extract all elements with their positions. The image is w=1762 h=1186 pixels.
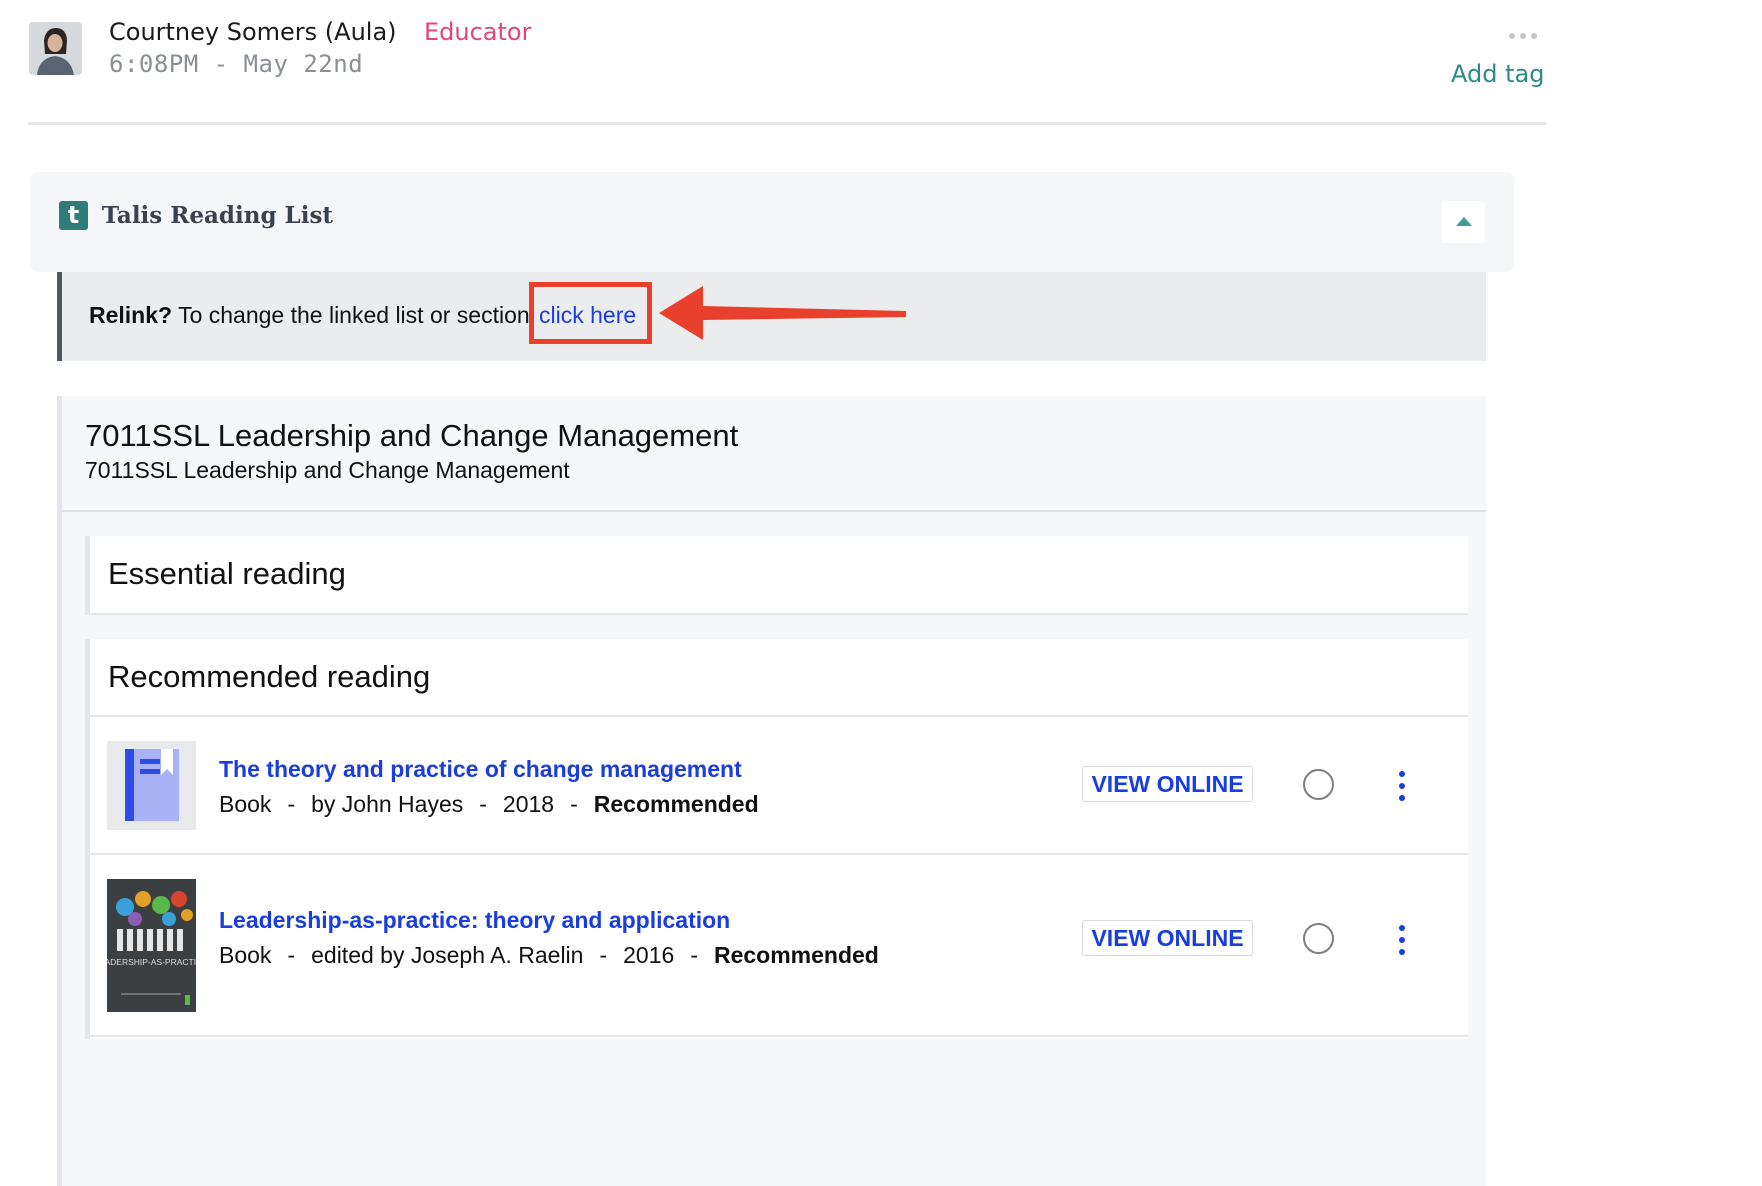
item-author: edited by Joseph A. Raelin [311,942,584,968]
item-year: 2016 [623,942,675,968]
list-title: 7011SSL Leadership and Change Management [85,418,739,453]
generic-book-icon [107,741,196,830]
separator: - [570,791,578,817]
section-heading: Essential reading [108,556,346,591]
section-essential-reading: Essential reading [85,536,1468,615]
annotation-highlight-box [529,282,652,344]
view-online-button[interactable]: VIEW ONLINE [1082,920,1253,956]
talis-logo-icon: t [59,201,88,230]
list-item: The theory and practice of change manage… [90,717,1468,855]
role-badge: Educator [424,18,532,46]
relink-description: To change the linked list or section [178,302,530,328]
separator: - [287,791,296,817]
list-item: LEADERSHIP-AS-PRACTICE Leadership-as-pra… [90,855,1468,1037]
relink-label: Relink? [89,302,173,328]
separator: - [690,942,698,968]
item-title-link[interactable]: The theory and practice of change manage… [219,756,742,783]
separator: - [599,942,608,968]
add-tag-link[interactable]: Add tag [1451,60,1544,88]
section-heading: Recommended reading [108,659,431,694]
view-online-button[interactable]: VIEW ONLINE [1082,766,1253,802]
book-cover-image: LEADERSHIP-AS-PRACTICE [107,879,196,1012]
more-vertical-icon[interactable] [1390,925,1414,955]
annotation-arrow-icon [659,286,906,340]
list-subtitle: 7011SSL Leadership and Change Management [85,457,570,483]
mark-read-radio[interactable] [1303,769,1334,800]
separator: - [479,791,487,817]
divider [62,510,1486,512]
item-importance: Recommended [593,791,759,817]
talis-panel-header: t Talis Reading List [30,172,1514,272]
item-year: 2018 [502,791,555,817]
section-recommended-reading: Recommended reading The theory and pract… [85,639,1468,1039]
separator: - [287,942,296,968]
mark-read-radio[interactable] [1303,923,1334,954]
more-horizontal-icon[interactable] [1505,24,1541,48]
collapse-button[interactable] [1442,201,1485,243]
item-author: by John Hayes [311,791,464,817]
avatar[interactable] [29,22,82,75]
item-title-link[interactable]: Leadership-as-practice: theory and appli… [219,907,730,934]
divider [28,122,1546,125]
item-type: Book [219,942,272,968]
item-type: Book [219,791,272,817]
reading-list-panel: 7011SSL Leadership and Change Management… [57,396,1486,1186]
post-timestamp: 6:08PM - May 22nd [109,50,364,78]
more-vertical-icon[interactable] [1390,771,1414,801]
item-importance: Recommended [713,942,879,968]
cover-title: LEADERSHIP-AS-PRACTICE [107,957,196,967]
panel-title: Talis Reading List [102,202,334,229]
item-meta: Book - edited by Joseph A. Raelin -2016- Rec… [219,942,879,969]
author-name[interactable]: Courtney Somers (Aula) [109,18,397,46]
relink-text: Relink? To change the linked list or sec… [89,302,530,329]
item-meta: Book - by John Hayes -2018- Recommended [219,791,759,818]
